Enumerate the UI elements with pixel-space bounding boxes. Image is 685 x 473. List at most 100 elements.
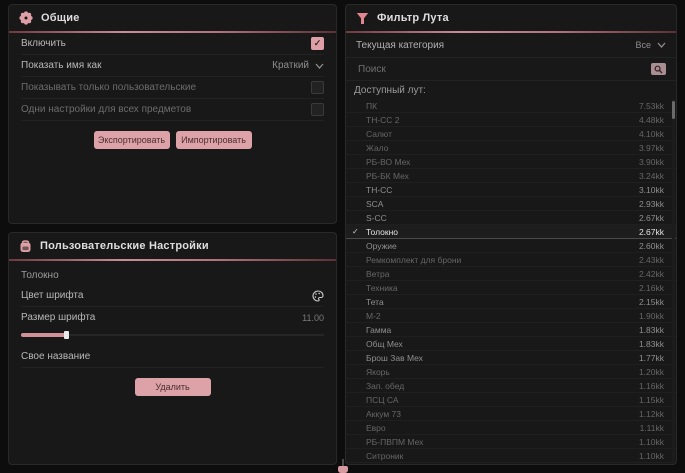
- font-size-slider[interactable]: [21, 330, 324, 340]
- search-row: [346, 58, 676, 81]
- same-settings-label: Одни настройки для всех предметов: [21, 104, 191, 115]
- chevron-down-icon: [657, 42, 666, 48]
- setting-row-user-only: Показывать только пользовательские ✓: [21, 77, 324, 99]
- loot-item-row[interactable]: М-2 1.90kk: [346, 309, 676, 323]
- loot-item-name: Ремкомплект для брони: [366, 255, 461, 265]
- loot-item-name: Техника: [366, 283, 398, 293]
- name-display-label: Показать имя как: [21, 60, 101, 71]
- loot-item-row[interactable]: РБ-ВО Мех 3.90kk: [346, 155, 676, 169]
- loot-item-name: РБ-ВО Мех: [366, 157, 410, 167]
- loot-item-name: S-CC: [366, 213, 387, 223]
- search-button[interactable]: [651, 63, 666, 75]
- loot-item-name: М-2: [366, 311, 381, 321]
- loot-item-row[interactable]: 0.2BTC 1.09kk: [346, 463, 676, 465]
- slider-thumb[interactable]: [64, 331, 69, 339]
- font-color-row: Цвет шрифта: [21, 285, 324, 307]
- name-display-select[interactable]: Краткий: [272, 60, 324, 71]
- delete-button[interactable]: Удалить: [135, 378, 211, 396]
- loot-item-name: Жало: [366, 143, 388, 153]
- loot-item-name: Ветра: [366, 269, 389, 279]
- loot-item-name: Общ Мех: [366, 339, 403, 349]
- loot-filter-header: Фильтр Лута: [346, 5, 676, 31]
- loot-item-name: Якорь: [366, 367, 390, 377]
- search-icon: [654, 65, 663, 74]
- available-loot-label: Доступный лут:: [346, 81, 676, 99]
- loot-item-row[interactable]: Ремкомплект для брони 2.43kk: [346, 253, 676, 267]
- loot-item-name: ТН-СС: [366, 185, 392, 195]
- loot-item-value: 2.43kk: [639, 255, 664, 265]
- loot-item-name: Гамма: [366, 325, 391, 335]
- loot-item-value: 2.67kk: [639, 227, 664, 237]
- import-button[interactable]: Импортировать: [176, 131, 252, 149]
- loot-item-row[interactable]: Ситроник 1.10kk: [346, 449, 676, 463]
- loot-item-value: 3.24kk: [639, 171, 664, 181]
- loot-item-value: 1.20kk: [639, 367, 664, 377]
- setting-row-enable: Включить ✓: [21, 33, 324, 55]
- loot-item-row[interactable]: SCA 2.93kk: [346, 197, 676, 211]
- loot-item-value: 1.09kk: [639, 465, 664, 466]
- font-size-label: Размер шрифта: [21, 312, 95, 323]
- loot-item-value: 1.83kk: [639, 339, 664, 349]
- loot-item-row[interactable]: Зап. обед 1.16kk: [346, 379, 676, 393]
- loot-item-row[interactable]: Оружие 2.60kk: [346, 239, 676, 253]
- loot-item-value: 3.97kk: [639, 143, 664, 153]
- user-only-checkbox[interactable]: ✓: [311, 81, 324, 94]
- loot-item-row[interactable]: S-CC 2.67kk: [346, 211, 676, 225]
- selected-check-icon: ✓: [352, 225, 359, 238]
- loot-item-row[interactable]: Аккум 73 1.12kk: [346, 407, 676, 421]
- category-label: Текущая категория: [356, 40, 444, 51]
- loot-item-value: 7.53kk: [639, 101, 664, 111]
- loot-item-value: 2.93kk: [639, 199, 664, 209]
- loot-item-row[interactable]: РБ-БК Мех 3.24kk: [346, 169, 676, 183]
- loot-item-name: Брош Зав Мех: [366, 353, 423, 363]
- scrollbar-thumb[interactable]: [672, 101, 675, 119]
- loot-item-value: 2.15kk: [639, 297, 664, 307]
- loot-item-row[interactable]: ✓ Толокно 2.67kk: [346, 225, 676, 239]
- loot-item-name: Евро: [366, 423, 386, 433]
- loot-item-row[interactable]: Якорь 1.20kk: [346, 365, 676, 379]
- font-color-label: Цвет шрифта: [21, 290, 83, 301]
- font-size-value: 11.00: [302, 313, 324, 323]
- loot-item-row[interactable]: ТН-СС 3.10kk: [346, 183, 676, 197]
- custom-name-input[interactable]: [100, 348, 324, 366]
- category-row: Текущая категория Все: [346, 33, 676, 58]
- category-value: Все: [635, 40, 651, 50]
- user-settings-title: Пользовательские Настройки: [40, 240, 209, 252]
- loot-item-row[interactable]: Гамма 1.83kk: [346, 323, 676, 337]
- palette-icon[interactable]: [312, 290, 324, 302]
- category-select[interactable]: Все: [635, 40, 666, 50]
- loot-item-row[interactable]: ТН-СС 2 4.48kk: [346, 113, 676, 127]
- window-resize-grip[interactable]: [338, 466, 348, 473]
- loot-item-name: Салют: [366, 129, 392, 139]
- loot-item-row[interactable]: ПСЦ СА 1.15kk: [346, 393, 676, 407]
- loot-item-row[interactable]: РБ-ПВПМ Мех 1.10kk: [346, 435, 676, 449]
- loot-item-row[interactable]: Общ Мех 1.83kk: [346, 337, 676, 351]
- font-size-row: Размер шрифта 11.00: [21, 307, 324, 328]
- backpack-icon: [19, 239, 32, 253]
- setting-row-name-display: Показать имя как Краткий: [21, 55, 324, 77]
- loot-item-value: 2.60kk: [639, 241, 664, 251]
- loot-item-row[interactable]: Салют 4.10kk: [346, 127, 676, 141]
- loot-item-value: 2.42kk: [639, 269, 664, 279]
- loot-filter-title: Фильтр Лута: [377, 12, 449, 24]
- loot-item-name: Оружие: [366, 241, 397, 251]
- export-button[interactable]: Экспортировать: [94, 131, 170, 149]
- loot-list-scrollbar[interactable]: [672, 99, 675, 465]
- loot-item-value: 2.16kk: [639, 283, 664, 293]
- loot-item-name: ПК: [366, 101, 377, 111]
- same-settings-checkbox[interactable]: ✓: [311, 103, 324, 116]
- loot-item-row[interactable]: Брош Зав Мех 1.77kk: [346, 351, 676, 365]
- loot-item-row[interactable]: Евро 1.11kk: [346, 421, 676, 435]
- loot-item-row[interactable]: Тета 2.15kk: [346, 295, 676, 309]
- loot-item-value: 1.11kk: [640, 423, 664, 433]
- loot-item-name: Аккум 73: [366, 409, 401, 419]
- gear-flower-icon: [19, 11, 33, 25]
- search-input[interactable]: [356, 63, 651, 76]
- loot-item-value: 3.10kk: [639, 185, 664, 195]
- loot-list: ПК 7.53kk ТН-СС 2 4.48kk Салют 4.10kk Жа…: [346, 99, 676, 465]
- loot-item-row[interactable]: ПК 7.53kk: [346, 99, 676, 113]
- enable-checkbox[interactable]: ✓: [311, 37, 324, 50]
- loot-item-row[interactable]: Техника 2.16kk: [346, 281, 676, 295]
- loot-item-row[interactable]: Ветра 2.42kk: [346, 267, 676, 281]
- loot-item-row[interactable]: Жало 3.97kk: [346, 141, 676, 155]
